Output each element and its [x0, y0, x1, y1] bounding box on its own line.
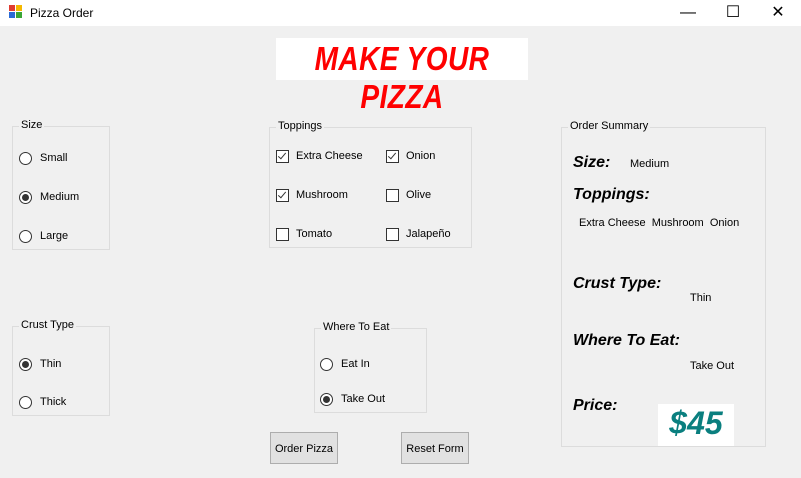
summary-price-label: Price: [573, 397, 618, 414]
order-summary-title: Order Summary [568, 120, 651, 132]
where-option-label: Eat In [341, 358, 370, 370]
summary-size-label: Size: [573, 154, 611, 171]
banner-title: MAKE YOUR PIZZA [314, 40, 490, 115]
size-group-title: Size [19, 119, 45, 131]
size-option-small[interactable]: Small [19, 150, 68, 166]
radio-icon [19, 395, 32, 409]
crust-option-thin[interactable]: Thin [19, 356, 61, 372]
checkbox-icon [386, 188, 399, 202]
maximize-button[interactable]: ☐ [710, 0, 756, 26]
topping-label: Jalapeño [406, 228, 451, 240]
topping-jalapeno[interactable]: Jalapeño [386, 226, 451, 242]
summary-crust-value: Thin [690, 292, 712, 304]
topping-olive[interactable]: Olive [386, 187, 431, 203]
radio-icon [19, 229, 32, 243]
where-to-eat-group: Where To Eat Eat In Take Out [314, 321, 427, 413]
topping-label: Onion [406, 150, 436, 162]
summary-size-value: Medium [630, 158, 670, 170]
summary-toppings-label: Toppings: [573, 186, 650, 203]
reset-form-button[interactable]: Reset Form [401, 432, 469, 464]
close-button[interactable]: ✕ [755, 0, 801, 26]
size-option-label: Medium [40, 191, 80, 203]
topping-label: Olive [406, 189, 432, 201]
banner: MAKE YOUR PIZZA [276, 38, 528, 115]
app-icon [9, 5, 23, 19]
window-title: Pizza Order [30, 6, 94, 20]
topping-extra-cheese[interactable]: Extra Cheese [276, 148, 363, 164]
summary-where-label: Where To Eat: [573, 332, 680, 349]
radio-selected-icon [19, 190, 32, 204]
checkbox-checked-icon [386, 149, 399, 163]
topping-tomato[interactable]: Tomato [276, 226, 332, 242]
size-option-label: Large [40, 230, 69, 242]
toppings-group-title: Toppings [276, 120, 325, 132]
topping-onion[interactable]: Onion [386, 148, 435, 164]
size-option-label: Small [40, 152, 68, 164]
summary-where-value: Take Out [690, 360, 735, 372]
summary-crust-label: Crust Type: [573, 275, 662, 292]
where-option-label: Take Out [341, 393, 386, 405]
topping-mushroom[interactable]: Mushroom [276, 187, 348, 203]
crust-option-label: Thin [40, 358, 62, 370]
toppings-group: Toppings Extra Cheese Onion Mushroom Oli… [269, 120, 472, 248]
checkbox-checked-icon [276, 188, 289, 202]
crust-option-thick[interactable]: Thick [19, 394, 66, 410]
summary-toppings-value: Extra Cheese Mushroom Onion [579, 217, 740, 229]
topping-label: Mushroom [296, 189, 348, 201]
where-option-take-out[interactable]: Take Out [320, 391, 385, 407]
checkbox-icon [276, 227, 289, 241]
radio-icon [320, 357, 333, 371]
checkbox-icon [386, 227, 399, 241]
where-to-eat-group-title: Where To Eat [321, 321, 392, 333]
checkbox-checked-icon [276, 149, 289, 163]
radio-selected-icon [19, 357, 32, 371]
topping-label: Tomato [296, 228, 333, 240]
crust-group: Crust Type Thin Thick [12, 319, 110, 416]
crust-group-title: Crust Type [19, 319, 76, 331]
minimize-button[interactable]: — [665, 0, 711, 26]
summary-price-value: $45 [669, 405, 723, 441]
size-option-large[interactable]: Large [19, 228, 68, 244]
size-group: Size Small Medium Large [12, 119, 110, 250]
price-display: $45 [658, 404, 734, 446]
radio-selected-icon [320, 392, 333, 406]
where-option-eat-in[interactable]: Eat In [320, 356, 370, 372]
title-bar: Pizza Order — ☐ ✕ [0, 0, 801, 26]
order-pizza-button[interactable]: Order Pizza [270, 432, 338, 464]
topping-label: Extra Cheese [296, 150, 363, 162]
crust-option-label: Thick [40, 396, 67, 408]
radio-icon [19, 151, 32, 165]
size-option-medium[interactable]: Medium [19, 189, 79, 205]
